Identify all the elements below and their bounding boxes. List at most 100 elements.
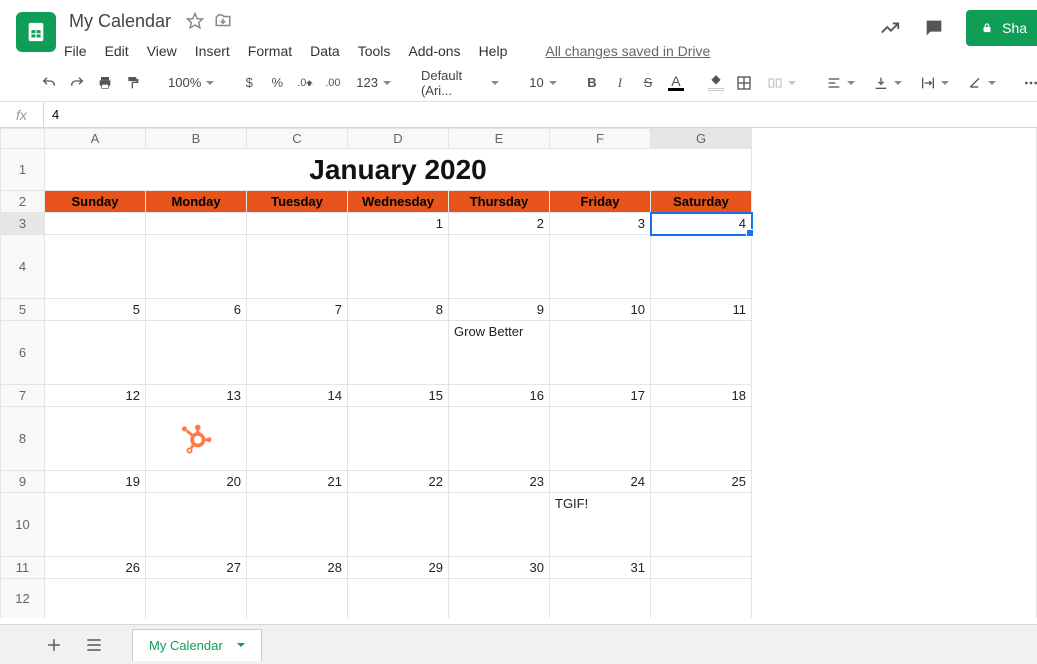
cell[interactable] xyxy=(146,493,247,557)
cell[interactable] xyxy=(651,407,752,471)
cell[interactable] xyxy=(651,579,752,619)
format-currency-button[interactable]: $ xyxy=(238,70,260,96)
row-header-8[interactable]: 8 xyxy=(1,407,45,471)
menu-insert[interactable]: Insert xyxy=(195,43,230,59)
add-sheet-button[interactable] xyxy=(40,631,68,659)
font-dropdown[interactable]: Default (Ari... xyxy=(415,70,505,96)
cell[interactable] xyxy=(651,235,752,299)
day-header-cell[interactable]: Thursday xyxy=(449,191,550,213)
cell[interactable]: 30 xyxy=(449,557,550,579)
cell[interactable]: 24 xyxy=(550,471,651,493)
more-button[interactable] xyxy=(1020,70,1037,96)
redo-button[interactable] xyxy=(66,70,88,96)
cell[interactable]: 26 xyxy=(45,557,146,579)
cell[interactable] xyxy=(146,213,247,235)
cell[interactable]: 11 xyxy=(651,299,752,321)
cell[interactable] xyxy=(45,321,146,385)
row-header-1[interactable]: 1 xyxy=(1,149,45,191)
row-header-9[interactable]: 9 xyxy=(1,471,45,493)
cell[interactable]: 8 xyxy=(348,299,449,321)
decrease-decimal-button[interactable]: .0 xyxy=(294,70,316,96)
cell[interactable] xyxy=(348,579,449,619)
col-header-F[interactable]: F xyxy=(550,129,651,149)
cell[interactable] xyxy=(45,235,146,299)
sheet-tab-menu-icon[interactable] xyxy=(237,643,245,647)
row-header-4[interactable]: 4 xyxy=(1,235,45,299)
wrap-dropdown[interactable] xyxy=(914,70,955,96)
cell[interactable]: 22 xyxy=(348,471,449,493)
increase-decimal-button[interactable]: .00 xyxy=(322,70,344,96)
cell[interactable] xyxy=(550,321,651,385)
cell[interactable]: 16 xyxy=(449,385,550,407)
rotate-dropdown[interactable] xyxy=(961,70,1002,96)
col-header-B[interactable]: B xyxy=(146,129,247,149)
share-button[interactable]: Sha xyxy=(966,10,1037,46)
cell[interactable]: 13 xyxy=(146,385,247,407)
merge-cells-dropdown[interactable] xyxy=(761,70,802,96)
borders-button[interactable] xyxy=(733,70,755,96)
cell[interactable]: 1 xyxy=(348,213,449,235)
day-header-cell[interactable]: Wednesday xyxy=(348,191,449,213)
cell[interactable]: 9 xyxy=(449,299,550,321)
cell[interactable] xyxy=(45,493,146,557)
spreadsheet-grid[interactable]: ABCDEFG1January 20202SundayMondayTuesday… xyxy=(0,128,752,618)
cell[interactable] xyxy=(247,235,348,299)
cell[interactable]: 28 xyxy=(247,557,348,579)
undo-button[interactable] xyxy=(38,70,60,96)
row-header-2[interactable]: 2 xyxy=(1,191,45,213)
day-header-cell[interactable]: Saturday xyxy=(651,191,752,213)
cell[interactable]: 15 xyxy=(348,385,449,407)
cell[interactable]: 29 xyxy=(348,557,449,579)
select-all-cell[interactable] xyxy=(1,129,45,149)
zoom-dropdown[interactable]: 100% xyxy=(162,70,220,96)
cell[interactable] xyxy=(348,493,449,557)
paint-format-button[interactable] xyxy=(122,70,144,96)
menu-help[interactable]: Help xyxy=(479,43,508,59)
formula-input[interactable] xyxy=(44,102,1037,127)
row-header-5[interactable]: 5 xyxy=(1,299,45,321)
cell[interactable] xyxy=(550,579,651,619)
cell[interactable] xyxy=(550,235,651,299)
text-color-button[interactable]: A xyxy=(665,70,687,96)
row-header-12[interactable]: 12 xyxy=(1,579,45,619)
cell[interactable] xyxy=(247,407,348,471)
format-percent-button[interactable]: % xyxy=(266,70,288,96)
cell[interactable]: 7 xyxy=(247,299,348,321)
cell[interactable]: 19 xyxy=(45,471,146,493)
cell[interactable]: TGIF! xyxy=(550,493,651,557)
cell[interactable]: 25 xyxy=(651,471,752,493)
row-header-6[interactable]: 6 xyxy=(1,321,45,385)
cell[interactable]: 10 xyxy=(550,299,651,321)
star-icon[interactable] xyxy=(186,12,204,30)
cell[interactable] xyxy=(449,493,550,557)
comments-icon[interactable] xyxy=(922,16,946,40)
cell[interactable] xyxy=(348,407,449,471)
cell[interactable]: Grow Better xyxy=(449,321,550,385)
cell[interactable] xyxy=(348,321,449,385)
italic-button[interactable]: I xyxy=(609,70,631,96)
selected-cell[interactable]: 4 xyxy=(651,213,752,235)
number-format-dropdown[interactable]: 123 xyxy=(350,70,397,96)
cell[interactable] xyxy=(45,579,146,619)
cell[interactable]: 14 xyxy=(247,385,348,407)
cell[interactable]: 6 xyxy=(146,299,247,321)
cell[interactable] xyxy=(651,321,752,385)
day-header-cell[interactable]: Monday xyxy=(146,191,247,213)
all-sheets-button[interactable] xyxy=(80,631,108,659)
row-header-7[interactable]: 7 xyxy=(1,385,45,407)
strikethrough-button[interactable]: S xyxy=(637,70,659,96)
font-size-dropdown[interactable]: 10 xyxy=(523,70,563,96)
h-align-dropdown[interactable] xyxy=(820,70,861,96)
cell[interactable] xyxy=(146,407,247,471)
row-header-3[interactable]: 3 xyxy=(1,213,45,235)
menu-edit[interactable]: Edit xyxy=(105,43,129,59)
cell[interactable] xyxy=(348,235,449,299)
cell[interactable]: 17 xyxy=(550,385,651,407)
cell[interactable] xyxy=(146,235,247,299)
cell[interactable] xyxy=(550,407,651,471)
menu-addons[interactable]: Add-ons xyxy=(408,43,460,59)
cell[interactable]: 23 xyxy=(449,471,550,493)
cell[interactable]: 5 xyxy=(45,299,146,321)
trend-icon[interactable] xyxy=(878,16,902,40)
cell[interactable]: 2 xyxy=(449,213,550,235)
